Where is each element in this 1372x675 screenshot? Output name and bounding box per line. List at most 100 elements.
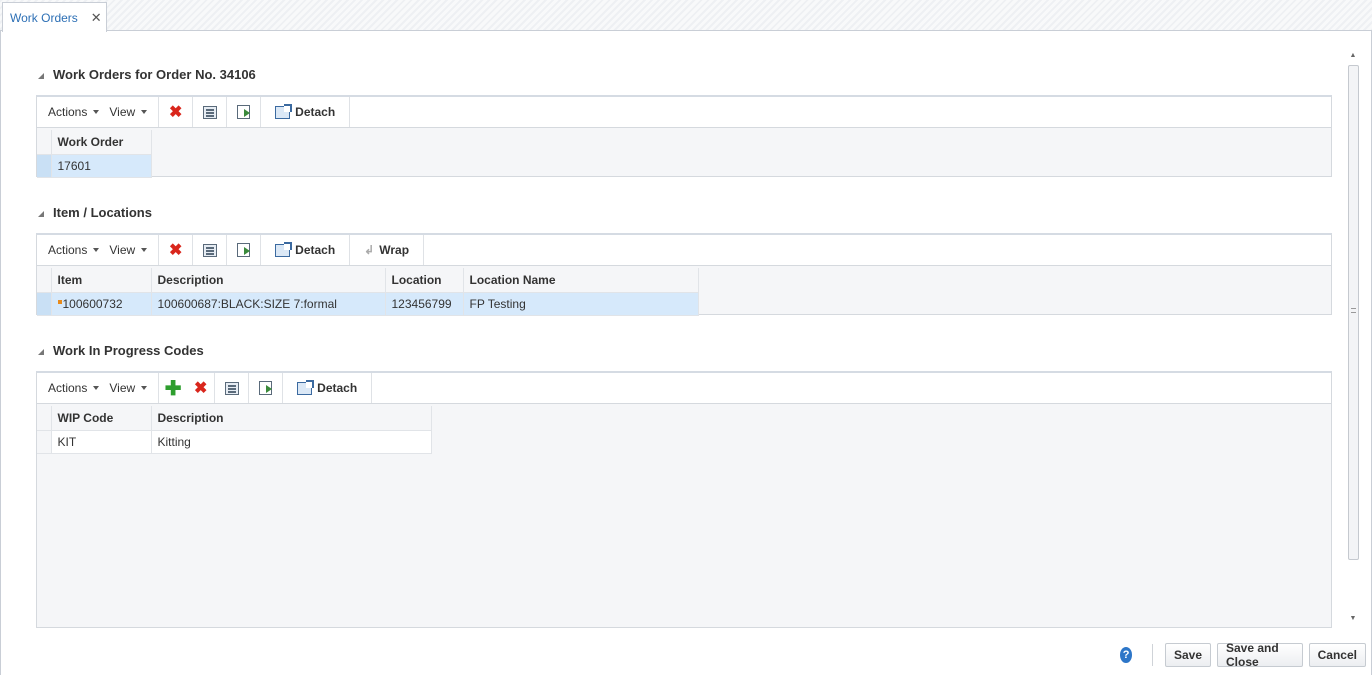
freeze-columns-icon [202,243,217,257]
menu-group: Actions View [37,97,160,127]
collapse-triangle-icon[interactable] [38,348,44,355]
divider [1152,644,1153,666]
row-header-cell[interactable] [37,154,52,178]
work-orders-table: Work Order 17601 [37,130,152,178]
collapse-triangle-icon[interactable] [38,72,44,79]
detach-button[interactable]: Detach [283,373,373,403]
table-header-row: WIP Code Description [37,406,432,431]
detach-button[interactable]: Detach [261,235,351,265]
table-row[interactable]: KIT Kitting [37,430,432,454]
table-header-row: Item Description Location Location Name [37,268,699,293]
row-header-cell [37,406,52,431]
view-menu[interactable]: View [104,243,152,257]
export-button[interactable] [249,373,284,403]
wip-code-cell[interactable]: KIT [51,430,152,454]
scroll-thumb[interactable] [1348,65,1359,560]
wip-codes-table: WIP Code Description KIT Kitting [37,406,432,454]
scroll-down-icon[interactable]: ▼ [1346,613,1360,625]
tab-work-orders[interactable]: Work Orders ✕ [2,2,107,32]
freeze-button[interactable] [193,97,228,127]
actions-menu[interactable]: Actions [43,381,104,395]
column-header[interactable]: Work Order [51,130,152,155]
delete-x-icon: ✖ [193,380,208,397]
row-header-cell[interactable] [37,292,52,316]
export-icon [237,105,251,119]
scroll-up-icon[interactable]: ▲ [1346,50,1360,62]
collapse-triangle-icon[interactable] [38,210,44,217]
export-button[interactable] [227,235,262,265]
actions-menu[interactable]: Actions [43,105,104,119]
export-button[interactable] [227,97,262,127]
chevron-down-icon [141,386,148,390]
location-cell[interactable]: 123456799 [385,292,464,316]
actions-menu[interactable]: Actions [43,243,104,257]
table-row[interactable]: 17601 [37,154,152,178]
help-icon[interactable]: ? [1120,647,1133,663]
section-title: Work In Progress Codes [53,342,204,358]
section-title: Work Orders for Order No. 34106 [53,66,256,82]
chevron-down-icon [93,248,100,252]
view-menu[interactable]: View [104,381,152,395]
footer-bar: ? Save Save and Close Cancel [1120,641,1372,669]
column-header[interactable]: Description [151,268,386,293]
close-tab-icon[interactable]: ✕ [91,10,102,26]
wrap-button[interactable]: ↲ Wrap [350,235,425,265]
wip-codes-panel: Actions View ✚ ✖ Detach WIP Code Descrip… [36,371,1332,628]
freeze-button[interactable] [215,373,250,403]
description-cell[interactable]: 100600687:BLACK:SIZE 7:formal [151,292,386,316]
detach-button[interactable]: Detach [261,97,351,127]
vertical-scrollbar[interactable]: ▲ ▼ [1346,50,1360,625]
wip-description-cell[interactable]: Kitting [151,430,432,454]
row-header-cell[interactable] [37,430,52,454]
column-header[interactable]: WIP Code [51,406,152,431]
section-title: Item / Locations [53,204,152,220]
flag-icon [57,299,62,304]
tab-strip: Work Orders ✕ [0,0,1372,32]
delete-button[interactable]: ✖ [159,97,194,127]
item-locations-panel: Actions View ✖ Detach ↲ Wrap Item Descrip… [36,233,1332,316]
save-and-close-button[interactable]: Save and Close [1217,641,1303,669]
work-orders-panel: Actions View ✖ Detach Work Order 17601 [36,95,1332,178]
column-header[interactable]: Item [51,268,152,293]
item-locations-section-header[interactable]: Item / Locations [38,203,152,221]
delete-button[interactable]: ✖ [187,373,216,403]
wrap-icon: ↲ [364,243,375,257]
wip-codes-toolbar: Actions View ✚ ✖ Detach [37,373,1331,404]
freeze-button[interactable] [193,235,228,265]
menu-group: Actions View [37,373,160,403]
menu-group: Actions View [37,235,160,265]
freeze-columns-icon [202,105,217,119]
scroll-grip-icon [1351,308,1356,313]
location-name-cell[interactable]: FP Testing [463,292,699,316]
detach-icon [297,379,315,395]
column-header[interactable]: Description [151,406,432,431]
chevron-down-icon [141,110,148,114]
chevron-down-icon [93,110,100,114]
work-order-cell[interactable]: 17601 [51,154,152,178]
wip-codes-section-header[interactable]: Work In Progress Codes [38,341,204,359]
export-icon [237,243,251,257]
delete-x-icon: ✖ [168,242,183,259]
add-button[interactable]: ✚ [159,373,187,403]
export-icon [259,381,273,395]
table-row[interactable]: 100600732 100600687:BLACK:SIZE 7:formal … [37,292,699,316]
delete-button[interactable]: ✖ [159,235,194,265]
add-plus-icon: ✚ [164,377,182,400]
cancel-button[interactable]: Cancel [1308,643,1366,667]
view-menu[interactable]: View [104,105,152,119]
work-orders-section-header[interactable]: Work Orders for Order No. 34106 [38,65,256,83]
table-header-row: Work Order [37,130,152,155]
freeze-columns-icon [224,381,239,395]
column-header[interactable]: Location [385,268,464,293]
item-cell[interactable]: 100600732 [51,292,152,316]
chevron-down-icon [93,386,100,390]
row-header-cell [37,268,52,293]
row-header-cell [37,130,52,155]
column-header[interactable]: Location Name [463,268,699,293]
item-locations-table: Item Description Location Location Name … [37,268,699,316]
tab-label: Work Orders [10,10,78,25]
work-orders-toolbar: Actions View ✖ Detach [37,97,1331,128]
detach-icon [275,241,293,257]
delete-x-icon: ✖ [168,104,183,121]
save-button[interactable]: Save [1164,643,1211,667]
